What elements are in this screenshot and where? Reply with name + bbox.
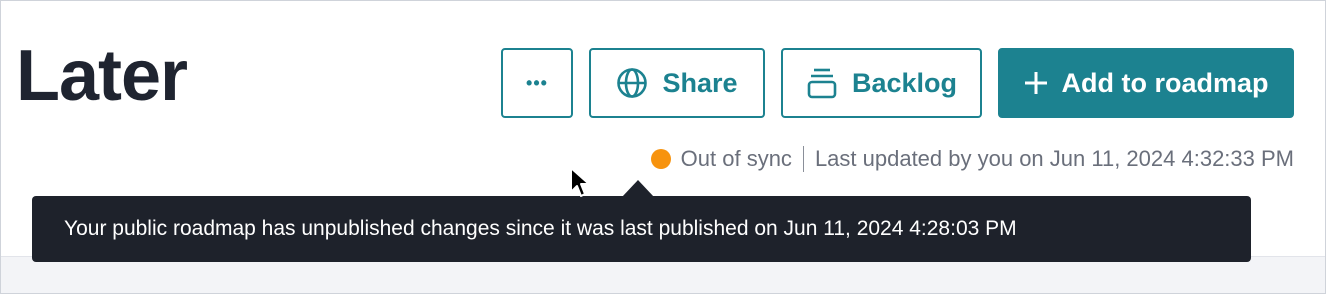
more-options-button[interactable]: ••• <box>501 48 573 118</box>
tooltip-arrow <box>622 180 654 197</box>
sync-tooltip: Your public roadmap has unpublished chan… <box>32 196 1251 262</box>
globe-icon <box>616 67 648 99</box>
add-to-roadmap-button[interactable]: Add to roadmap <box>998 48 1294 118</box>
plus-icon <box>1024 71 1048 95</box>
share-button-label: Share <box>662 67 738 98</box>
page-title: Later <box>16 36 188 116</box>
sync-status: Out of sync Last updated by you on Jun 1… <box>650 146 1294 172</box>
sync-status-text: Out of sync <box>680 146 792 171</box>
share-button[interactable]: Share <box>589 48 765 118</box>
stack-icon <box>806 67 838 99</box>
backlog-button-label: Backlog <box>851 67 958 98</box>
mouse-cursor-icon <box>569 166 591 205</box>
tooltip-text: Your public roadmap has unpublished chan… <box>64 217 1017 240</box>
ellipsis-icon: ••• <box>526 72 548 93</box>
add-to-roadmap-label: Add to roadmap <box>1061 67 1269 98</box>
last-updated-text: Last updated by you on Jun 11, 2024 4:32… <box>814 146 1294 171</box>
backlog-button[interactable]: Backlog <box>781 48 982 118</box>
status-dot-icon[interactable] <box>650 149 671 169</box>
status-divider <box>802 146 804 172</box>
